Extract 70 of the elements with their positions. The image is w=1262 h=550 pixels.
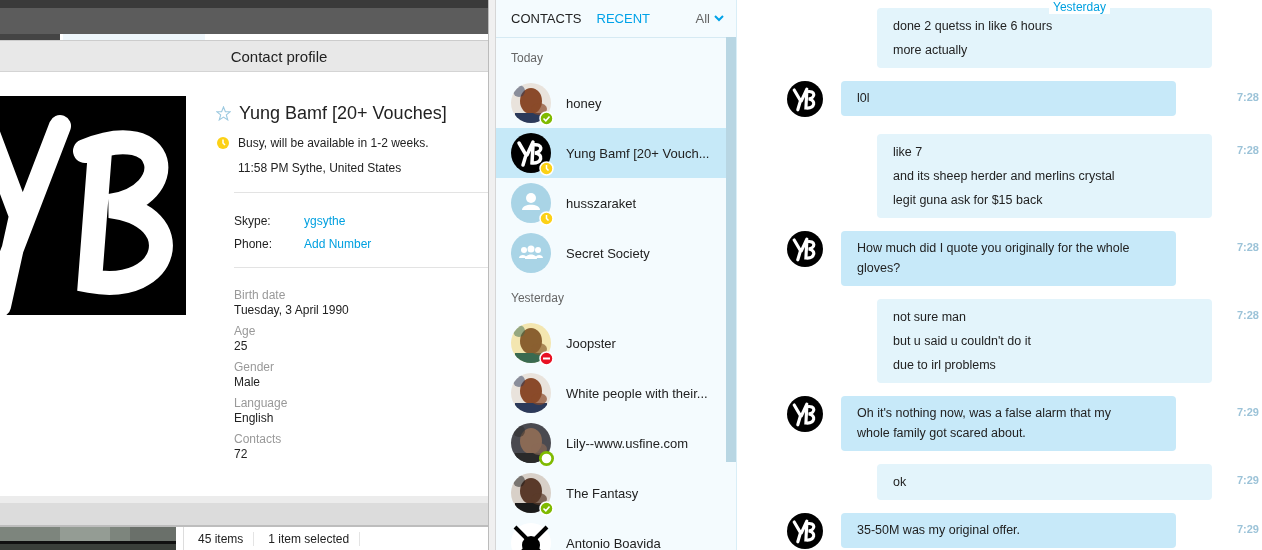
contact-name: Yung Bamf [20+ Vouches] <box>239 102 447 124</box>
date-label: Yesterday <box>1049 0 1110 14</box>
message-text: but u said u couldn't do it <box>893 333 1032 350</box>
field-label: Phone: <box>234 236 274 251</box>
contact-name: The Fantasy <box>566 485 639 501</box>
contact-name: Lily--www.usfine.com <box>566 435 689 451</box>
message-text: ok <box>893 474 908 491</box>
message-time: 7:28 <box>1236 90 1259 103</box>
item-count: 45 items <box>184 531 255 546</box>
window-title: Contact profile <box>0 40 488 72</box>
group-icon <box>511 233 551 273</box>
message-text: l0l <box>857 90 871 107</box>
field-label: Skype: <box>234 213 272 228</box>
avatar-logo-icon <box>787 81 823 117</box>
section-heading: Today <box>511 51 544 65</box>
detail-label: Language <box>234 396 289 410</box>
contact-name: Yung Bamf [20+ Vouch... <box>566 145 710 161</box>
message-time: 7:29 <box>1236 473 1259 486</box>
filter-dropdown[interactable]: All <box>695 11 724 26</box>
detail-label: Contacts <box>234 432 283 446</box>
contact-row[interactable]: Secret Society <box>496 228 726 278</box>
contact-row[interactable]: White people with their... <box>496 368 726 418</box>
contact-name: honey <box>566 95 602 111</box>
message-text: and its sheep herder and merlins crystal <box>893 168 1116 185</box>
message-text: not sure man <box>893 309 967 326</box>
message-text: due to irl problems <box>893 357 997 374</box>
contact-row[interactable]: The Fantasy <box>496 468 726 518</box>
mood-message: Busy, will be available in 1-2 weeks. <box>238 135 429 150</box>
contact-row[interactable]: Lily--www.usfine.com <box>496 418 726 468</box>
avatar-logo-icon <box>511 133 551 173</box>
contact-row[interactable]: honey <box>496 78 726 128</box>
contact-name: husszaraket <box>566 195 637 211</box>
contact-name: Antonio Boavida <box>566 535 661 550</box>
message-text: like 7 <box>893 144 924 161</box>
message-text: done 2 quetss in like 6 hours <box>893 18 1054 35</box>
avatar-logo-icon <box>787 396 823 432</box>
detail-label: Age <box>234 324 257 338</box>
message-text: more actually <box>893 42 969 59</box>
contact-name: Joopster <box>566 335 616 351</box>
contact-row[interactable]: Antonio Boavida <box>496 518 726 550</box>
tab[interactable]: CONTACTS <box>511 11 582 26</box>
detail-label: Gender <box>234 360 276 374</box>
detail-value: 25 <box>234 339 249 353</box>
contact-row[interactable]: husszaraket <box>496 178 726 228</box>
avatar-logo-icon <box>787 231 823 267</box>
message-time: 7:29 <box>1236 522 1259 535</box>
star-icon[interactable] <box>216 105 231 121</box>
scrollbar[interactable] <box>726 37 736 462</box>
contact-name: White people with their... <box>566 385 708 401</box>
local-time: 11:58 PM Sythe, United States <box>238 160 402 175</box>
section-heading: Yesterday <box>511 291 564 305</box>
message-time: 7:28 <box>1236 240 1259 253</box>
contact-name: Secret Society <box>566 245 650 261</box>
detail-value: 72 <box>234 447 249 461</box>
message-text: legit guna ask for $15 back <box>893 192 1044 209</box>
message-text: 35-50M was my original offer. <box>857 522 1022 539</box>
message-text: How much did I quote you originally for the whole gloves? <box>857 240 1131 277</box>
contact-row[interactable]: Joopster <box>496 318 726 368</box>
message-text: Oh it's nothing now, was a false alarm that my whole family got scared about. <box>857 405 1112 442</box>
detail-label: Birth date <box>234 288 287 302</box>
message-time: 7:29 <box>1236 405 1259 418</box>
person-icon <box>511 183 551 223</box>
message-time: 7:28 <box>1236 143 1259 156</box>
detail-value: Tuesday, 3 April 1990 <box>234 303 350 317</box>
detail-value: Male <box>234 375 261 389</box>
message-time: 7:28 <box>1236 308 1259 321</box>
chevron-down-icon <box>714 15 724 22</box>
detail-value: English <box>234 411 275 425</box>
contact-row[interactable]: Yung Bamf [20+ Vouch... <box>496 128 726 178</box>
selection-count: 1 item selected <box>254 531 361 546</box>
